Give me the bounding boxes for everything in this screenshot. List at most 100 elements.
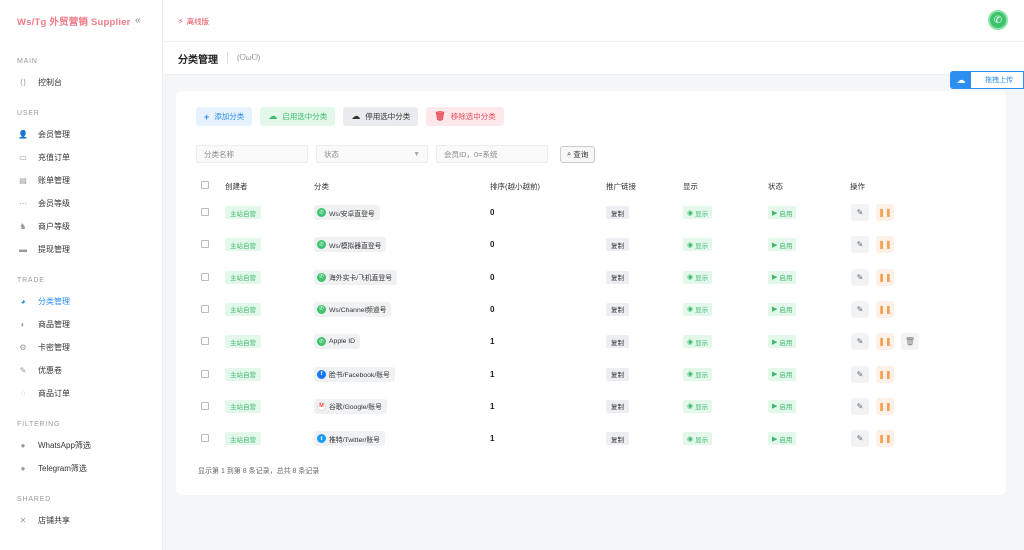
edit-button[interactable]: ✎	[851, 430, 869, 448]
copy-link-button[interactable]: 复制	[606, 432, 629, 446]
pause-button[interactable]: ❚❚	[876, 397, 894, 415]
copy-link-button[interactable]: 复制	[606, 367, 629, 381]
row-checkbox[interactable]	[201, 337, 209, 346]
row-checkbox[interactable]	[201, 272, 209, 281]
add-category-button[interactable]: + 添加分类	[196, 107, 253, 126]
edit-button[interactable]: ✎	[851, 236, 869, 254]
whatsapp-avatar-icon[interactable]: ✆	[988, 10, 1008, 30]
sidebar-item[interactable]: ▭ 充值订单	[0, 146, 162, 169]
delete-button[interactable]: 🗑	[901, 333, 919, 351]
display-toggle[interactable]: ◉ 显示	[683, 335, 713, 349]
display-toggle[interactable]: ◉ 显示	[683, 367, 713, 381]
edit-button[interactable]: ✎	[851, 300, 869, 318]
sidebar-item[interactable]: ◕ 分类管理	[0, 290, 162, 313]
sidebar-item[interactable]: 👤 会员管理	[0, 123, 162, 146]
pause-button[interactable]: ❚❚	[876, 333, 894, 351]
play-icon: ▶	[772, 274, 778, 282]
status-toggle[interactable]: ▶ 启用	[768, 302, 797, 316]
query-label: 查询	[573, 149, 589, 159]
collapse-icon[interactable]: «	[135, 15, 141, 26]
copy-link-button[interactable]: 复制	[606, 206, 629, 219]
copy-link-button[interactable]: 复制	[606, 302, 629, 316]
status-toggle[interactable]: ▶ 启用	[768, 399, 797, 413]
pause-button[interactable]: ❚❚	[876, 236, 894, 254]
sidebar-item[interactable]: ⚙ 卡密管理	[0, 336, 162, 359]
category-label: 推特/Twitter/账号	[329, 436, 380, 444]
edit-button[interactable]: ✎	[851, 204, 869, 221]
category-chip[interactable]: ✆ Ws/安卓直登号	[314, 205, 380, 220]
category-chip[interactable]: ✆ Ws/模拟器直登号	[314, 237, 387, 253]
sidebar-item[interactable]: ✕ 店铺共享	[0, 509, 162, 532]
row-checkbox[interactable]	[201, 208, 209, 216]
category-chip[interactable]: t 推特/Twitter/账号	[314, 431, 385, 447]
edit-button[interactable]: ✎	[851, 397, 869, 415]
sidebar-item[interactable]: ♞ 商户等级	[0, 215, 162, 238]
copy-link-button[interactable]: 复制	[606, 238, 629, 252]
remove-selected-button[interactable]: 🗑 移除选中分类	[426, 107, 504, 126]
sidebar-item[interactable]: ◐ 商品管理	[0, 313, 162, 336]
disable-selected-label: 停用选中分类	[365, 112, 411, 121]
sidebar-section-title: SHARED	[17, 496, 51, 503]
sidebar-item[interactable]: ▤ 账单管理	[0, 169, 162, 192]
edit-button[interactable]: ✎	[851, 268, 869, 286]
pause-button[interactable]: ❚❚	[876, 204, 894, 221]
category-label: Ws/模拟器直登号	[329, 242, 382, 250]
select-all-checkbox[interactable]	[201, 181, 209, 189]
whatsapp-icon: ✆	[317, 337, 326, 347]
sidebar-item[interactable]: ● WhatsApp筛选	[0, 434, 162, 457]
status-label: 启用	[779, 372, 793, 379]
pause-button[interactable]: ❚❚	[876, 365, 894, 383]
pause-button[interactable]: ❚❚	[876, 430, 894, 448]
edit-button[interactable]: ✎	[851, 333, 869, 351]
status-toggle[interactable]: ▶ 启用	[768, 432, 797, 446]
page-header: 分类管理 (ᗜωᗜ)	[163, 42, 1024, 75]
sidebar-item-label: 商品管理	[38, 320, 70, 329]
sidebar-item[interactable]: ◌ 商品订单	[0, 382, 162, 405]
sidebar-item[interactable]: ⋯ 会员等级	[0, 192, 162, 215]
display-toggle[interactable]: ◉ 显示	[683, 270, 713, 284]
row-checkbox[interactable]	[201, 240, 209, 249]
disable-selected-button[interactable]: ☁ 停用选中分类	[343, 107, 419, 126]
plus-icon: +	[204, 111, 210, 122]
row-checkbox[interactable]	[201, 304, 209, 313]
add-category-label: 添加分类	[214, 112, 245, 121]
category-chip[interactable]: M 谷歌/Google/账号	[314, 398, 387, 414]
edit-icon: ✎	[856, 369, 864, 379]
category-chip[interactable]: ✆ Apple ID	[314, 334, 361, 350]
status-toggle[interactable]: ▶ 启用	[768, 270, 797, 284]
display-toggle[interactable]: ◉ 显示	[683, 302, 713, 316]
creator-badge: 主站自营	[225, 302, 261, 316]
sidebar-item[interactable]: ✎ 优惠卷	[0, 359, 162, 382]
status-toggle[interactable]: ▶ 启用	[768, 206, 797, 219]
edit-button[interactable]: ✎	[851, 365, 869, 383]
row-checkbox[interactable]	[201, 434, 209, 443]
display-toggle[interactable]: ◉ 显示	[683, 206, 713, 219]
category-chip[interactable]: f 脸书/Facebook/账号	[314, 366, 395, 382]
display-toggle[interactable]: ◉ 显示	[683, 238, 713, 252]
category-chip[interactable]: ✆ 海外实卡/飞机直登号	[314, 269, 398, 285]
enable-selected-button[interactable]: ☁ 启用选中分类	[260, 107, 336, 126]
query-button[interactable]: ⌕ 查询	[560, 145, 596, 163]
category-name-input[interactable]: 分类名称	[196, 145, 308, 163]
sidebar-item[interactable]: ▬ 提现管理	[0, 238, 162, 261]
drag-upload-button[interactable]: ☁ 拖拽上传	[950, 71, 1024, 89]
status-toggle[interactable]: ▶ 启用	[768, 238, 797, 252]
copy-link-button[interactable]: 复制	[606, 270, 629, 284]
sidebar-item[interactable]: ⟨⟩ 控制台	[0, 71, 162, 94]
category-chip[interactable]: ✆ Ws/Channel频道号	[314, 301, 392, 317]
copy-link-button[interactable]: 复制	[606, 399, 629, 413]
status-toggle[interactable]: ▶ 启用	[768, 335, 797, 349]
pause-button[interactable]: ❚❚	[876, 300, 894, 318]
sidebar-item[interactable]: ● Telegram筛选	[0, 457, 162, 480]
member-id-input[interactable]: 会员ID，0=系统	[436, 145, 548, 163]
sidebar-item-label: 优惠卷	[38, 366, 62, 375]
pause-button[interactable]: ❚❚	[876, 268, 894, 286]
row-checkbox[interactable]	[201, 369, 209, 378]
display-toggle[interactable]: ◉ 显示	[683, 432, 713, 446]
status-select[interactable]: 状态 ▼	[316, 145, 428, 163]
divider	[227, 52, 228, 64]
row-checkbox[interactable]	[201, 401, 209, 410]
copy-link-button[interactable]: 复制	[606, 335, 629, 349]
display-toggle[interactable]: ◉ 显示	[683, 399, 713, 413]
status-toggle[interactable]: ▶ 启用	[768, 367, 797, 381]
